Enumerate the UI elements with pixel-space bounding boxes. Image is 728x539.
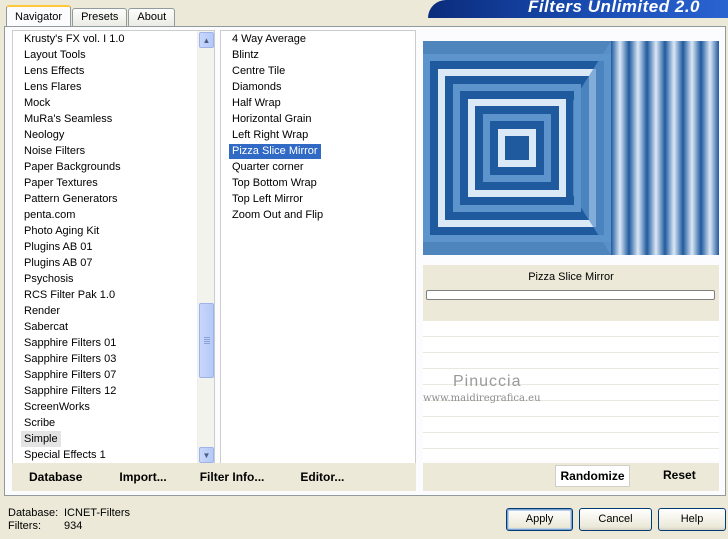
filter-item[interactable]: Half Wrap (221, 95, 415, 111)
tab-strip: Navigator Presets About (6, 4, 176, 27)
filter-item[interactable]: Top Left Mirror (221, 191, 415, 207)
app-title-banner: Filters Unlimited 2.0 (428, 0, 728, 18)
category-item[interactable]: Sabercat (13, 319, 214, 335)
filter-item[interactable]: Zoom Out and Flip (221, 207, 415, 223)
category-item[interactable]: ScreenWorks (13, 399, 214, 415)
filter-item[interactable]: Pizza Slice Mirror (221, 143, 415, 159)
preview-image (423, 41, 719, 255)
current-filter-name: Pizza Slice Mirror (528, 271, 614, 283)
category-item[interactable]: Neology (13, 127, 214, 143)
grip-icon (204, 337, 210, 345)
scroll-up-button[interactable]: ▲ (199, 32, 214, 48)
filter-item[interactable]: Blintz (221, 47, 415, 63)
filter-item[interactable]: Diamonds (221, 79, 415, 95)
category-item[interactable]: Lens Effects (13, 63, 214, 79)
category-item[interactable]: penta.com (13, 207, 214, 223)
database-label: Database: (8, 507, 59, 519)
category-item[interactable]: Krusty's FX vol. I 1.0 (13, 31, 214, 47)
cancel-button[interactable]: Cancel (579, 508, 652, 531)
watermark-url: www.maidiregrafica.eu (423, 393, 541, 404)
controls-area: Pinuccia www.maidiregrafica.eu (423, 321, 719, 461)
category-item[interactable]: Sapphire Filters 12 (13, 383, 214, 399)
filters-count-label: Filters: (8, 520, 41, 532)
category-item[interactable]: Pattern Generators (13, 191, 214, 207)
database-info: Database: ICNET-Filters Filters: 934 (8, 507, 130, 533)
filter-preview (423, 41, 719, 255)
watermark-name: Pinuccia (453, 373, 522, 390)
category-item[interactable]: Psychosis (13, 271, 214, 287)
filter-info-button[interactable]: Filter Info... (200, 470, 265, 484)
filter-list[interactable]: 4 Way Average Blintz Centre Tile Diamonds Ha… (220, 30, 416, 465)
filter-item[interactable]: Top Bottom Wrap (221, 175, 415, 191)
reset-button[interactable]: Reset (663, 465, 696, 485)
scroll-down-button[interactable]: ▼ (199, 447, 214, 463)
filter-item[interactable]: Centre Tile (221, 63, 415, 79)
category-item[interactable]: Sapphire Filters 01 (13, 335, 214, 351)
main-frame: Krusty's FX vol. I 1.0 Layout Tools Lens E… (4, 26, 726, 496)
category-item[interactable]: Simple (13, 431, 214, 447)
category-item[interactable]: Paper Textures (13, 175, 214, 191)
category-list[interactable]: Krusty's FX vol. I 1.0 Layout Tools Lens E… (12, 30, 215, 465)
list-button-bar: Database Import... Filter Info... Editor… (12, 463, 416, 491)
category-scrollbar[interactable]: ▲ ▼ (197, 31, 214, 464)
editor-button[interactable]: Editor... (300, 470, 344, 484)
filter-items: 4 Way Average Blintz Centre Tile Diamonds Ha… (221, 31, 415, 223)
category-item[interactable]: Noise Filters (13, 143, 214, 159)
category-item[interactable]: MuRa's Seamless (13, 111, 214, 127)
filter-item[interactable]: Horizontal Grain (221, 111, 415, 127)
category-item[interactable]: Paper Backgrounds (13, 159, 214, 175)
tab-presets[interactable]: Presets (72, 8, 128, 26)
category-item[interactable]: Layout Tools (13, 47, 214, 63)
database-button[interactable]: Database (29, 470, 82, 484)
category-item[interactable]: Photo Aging Kit (13, 223, 214, 239)
category-item[interactable]: Plugins AB 01 (13, 239, 214, 255)
chevron-down-icon: ▼ (202, 450, 211, 460)
help-button[interactable]: Help (658, 508, 726, 531)
randomize-button[interactable]: Randomize (555, 465, 630, 487)
category-items: Krusty's FX vol. I 1.0 Layout Tools Lens E… (13, 31, 214, 463)
category-item[interactable]: Lens Flares (13, 79, 214, 95)
database-value: ICNET-Filters (64, 507, 130, 519)
tab-about[interactable]: About (128, 8, 176, 26)
filter-item[interactable]: Quarter corner (221, 159, 415, 175)
category-item[interactable]: Sapphire Filters 07 (13, 367, 214, 383)
filter-name-bar: Pizza Slice Mirror (423, 265, 719, 321)
category-item[interactable]: Mock (13, 95, 214, 111)
category-item[interactable]: Special Effects 1 (13, 447, 214, 463)
filter-item[interactable]: 4 Way Average (221, 31, 415, 47)
filters-count-value: 934 (64, 520, 83, 532)
apply-button[interactable]: Apply (506, 508, 573, 531)
chevron-up-icon: ▲ (202, 35, 211, 45)
category-item[interactable]: RCS Filter Pak 1.0 (13, 287, 214, 303)
category-item[interactable]: Plugins AB 07 (13, 255, 214, 271)
scroll-thumb[interactable] (199, 303, 214, 378)
tab-navigator[interactable]: Navigator (6, 5, 72, 27)
category-item[interactable]: Scribe (13, 415, 214, 431)
category-item[interactable]: Sapphire Filters 03 (13, 351, 214, 367)
category-item[interactable]: Render (13, 303, 214, 319)
filter-item[interactable]: Left Right Wrap (221, 127, 415, 143)
progress-bar (426, 290, 715, 300)
app-title: Filters Unlimited 2.0 (527, 0, 700, 16)
import-button[interactable]: Import... (119, 470, 166, 484)
preview-button-bar: Randomize Reset (423, 463, 719, 491)
